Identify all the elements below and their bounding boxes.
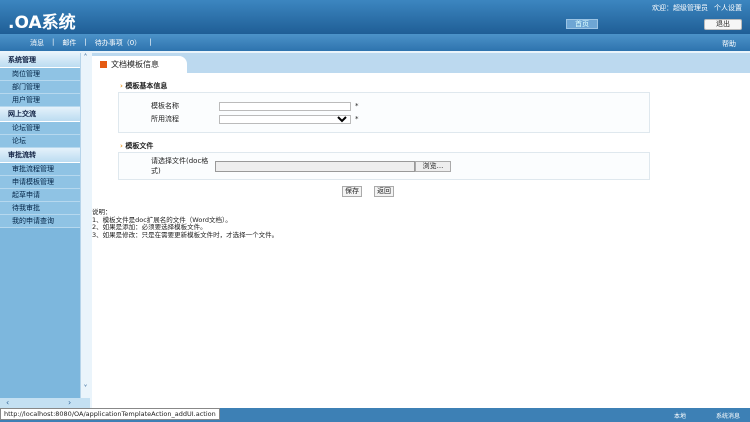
- status-bar: http://localhost:8080/OA/applicationTemp…: [0, 408, 750, 422]
- sidebar-item-dept[interactable]: 部门管理: [0, 81, 80, 94]
- sidebar-item-pending[interactable]: 待我审批: [0, 202, 80, 215]
- section-basic: 模板基本信息: [120, 80, 750, 92]
- todo-link[interactable]: 待办事项（0）: [95, 38, 141, 48]
- back-button[interactable]: 返回: [374, 186, 394, 197]
- sidebar-group-forum[interactable]: 网上交流: [0, 107, 80, 122]
- notes: 说明： 1、模板文件是doc扩展名的文件（Word文档）。 2、如果是添加：必须…: [92, 208, 750, 239]
- page-title: 文档模板信息: [92, 56, 187, 73]
- sidebar-item-post[interactable]: 岗位管理: [0, 68, 80, 81]
- flow-select[interactable]: [219, 114, 351, 124]
- scroll-left-icon[interactable]: ‹: [6, 398, 9, 407]
- sidebar-item-forum-admin[interactable]: 论坛管理: [0, 122, 80, 135]
- sidebar-item-template[interactable]: 申请模板管理: [0, 176, 80, 189]
- name-label: 模板名称: [151, 102, 179, 110]
- sidebar: 系统管理 岗位管理 部门管理 用户管理 网上交流 论坛管理 论坛 审批流转 审批…: [0, 53, 80, 398]
- header: .OA系统 欢迎：超级管理员 个人设置 首页 退出: [0, 0, 750, 34]
- sidebar-item-flow[interactable]: 审批流程管理: [0, 163, 80, 176]
- main-content: 文档模板信息 模板基本信息 模板名称 * 所用流程 * 模板文件 请选择文件(doc…: [92, 53, 750, 408]
- file-label: 请选择文件(doc格式): [151, 157, 209, 175]
- mail-link[interactable]: 邮件: [62, 38, 76, 48]
- welcome-text: 欢迎：超级管理员: [652, 4, 708, 12]
- status-zone: 本地: [673, 413, 686, 420]
- logo: .OA系统: [8, 13, 76, 33]
- status-url: http://localhost:8080/OA/applicationTemp…: [0, 408, 220, 420]
- sidebar-group-approval[interactable]: 审批流转: [0, 148, 80, 163]
- required-mark: *: [355, 102, 359, 110]
- home-button[interactable]: 首页: [566, 19, 598, 29]
- doc-icon: [100, 61, 107, 68]
- logout-button[interactable]: 退出: [704, 19, 742, 30]
- page-title-text: 文档模板信息: [111, 60, 159, 69]
- sidebar-group-system[interactable]: 系统管理: [0, 53, 80, 68]
- scroll-up-icon[interactable]: ˄: [81, 53, 90, 62]
- sidebar-item-my-apps[interactable]: 我的申请查询: [0, 215, 80, 228]
- required-mark: *: [355, 115, 359, 123]
- browse-button[interactable]: 浏览...: [415, 160, 451, 172]
- section-file: 模板文件: [120, 140, 750, 152]
- sidebar-item-forum[interactable]: 论坛: [0, 135, 80, 148]
- save-button[interactable]: 保存: [342, 186, 362, 197]
- toolbar: 消息 | 邮件 | 待办事项（0） | 帮助: [0, 34, 750, 51]
- scroll-right-icon[interactable]: ›: [68, 398, 71, 407]
- file-input[interactable]: [215, 160, 415, 172]
- messages-link[interactable]: 消息: [30, 38, 44, 48]
- note-item: 3、如果是修改：只是在需要更新模板文件时，才选择一个文件。: [92, 230, 279, 239]
- sidebar-item-draft[interactable]: 起草申请: [0, 189, 80, 202]
- help-link[interactable]: 帮助: [722, 39, 736, 49]
- settings-link[interactable]: 个人设置: [714, 3, 742, 13]
- scroll-down-icon[interactable]: ˅: [81, 384, 90, 393]
- status-messages[interactable]: 系统消息: [716, 411, 740, 420]
- sidebar-item-user[interactable]: 用户管理: [0, 94, 80, 107]
- template-name-input[interactable]: [219, 101, 351, 111]
- sidebar-scrollbar[interactable]: ˄ ˅: [80, 53, 90, 398]
- flow-label: 所用流程: [151, 115, 179, 123]
- horizontal-scrollbar[interactable]: ‹ ›: [0, 398, 90, 408]
